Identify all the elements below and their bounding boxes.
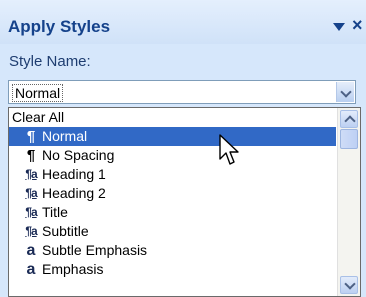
chevron-up-icon	[344, 115, 356, 127]
style-name-dropdown-button[interactable]	[336, 82, 354, 102]
list-item-heading-2[interactable]: ¶a Heading 2	[9, 184, 336, 203]
list-item-label: No Spacing	[42, 147, 115, 163]
linked-style-icon: ¶a	[25, 186, 37, 200]
list-item-label: Subtitle	[42, 223, 89, 239]
apply-styles-pane: Apply Styles × Style Name: Normal Clear …	[0, 0, 366, 297]
list-item-subtitle[interactable]: ¶a Subtitle	[9, 222, 336, 241]
style-name-input[interactable]: Normal	[12, 84, 64, 102]
pane-title: Apply Styles	[8, 17, 111, 36]
close-icon[interactable]: ×	[352, 15, 363, 35]
list-item-label: Emphasis	[42, 261, 104, 277]
list-item-title[interactable]: ¶a Title	[9, 203, 336, 222]
list-item-heading-1[interactable]: ¶a Heading 1	[9, 165, 336, 184]
vertical-scrollbar[interactable]	[337, 108, 360, 296]
list-item-emphasis[interactable]: a Emphasis	[9, 260, 336, 279]
character-style-icon: a	[26, 261, 36, 278]
style-list[interactable]: Clear All ¶ Normal ¶ No Spacing ¶a Headi…	[8, 107, 361, 297]
style-list-rows: Clear All ¶ Normal ¶ No Spacing ¶a Headi…	[9, 108, 336, 279]
linked-style-icon: ¶a	[25, 205, 37, 219]
list-item-label: Subtle Emphasis	[42, 242, 148, 258]
linked-style-icon: ¶a	[25, 167, 37, 181]
list-item-label: Title	[42, 204, 68, 220]
pane-titlebar: Apply Styles ×	[0, 0, 366, 44]
linked-style-icon: ¶a	[25, 224, 37, 238]
style-name-combobox[interactable]: Normal	[8, 80, 356, 104]
list-item-label: Normal	[42, 128, 88, 144]
character-style-icon: a	[26, 242, 36, 259]
paragraph-style-icon: ¶	[26, 147, 36, 164]
mouse-pointer-icon	[219, 134, 239, 165]
paragraph-style-icon: ¶	[26, 128, 36, 145]
list-item-label: Heading 1	[42, 166, 106, 182]
pane-menu-dropdown-icon[interactable]	[333, 23, 345, 31]
list-item-normal[interactable]: ¶ Normal	[9, 127, 336, 146]
chevron-down-icon	[340, 86, 352, 98]
list-item-subtle-emphasis[interactable]: a Subtle Emphasis	[9, 241, 336, 260]
scroll-thumb[interactable]	[340, 129, 358, 149]
chevron-down-icon	[344, 278, 356, 290]
list-item-clear-all[interactable]: Clear All	[9, 108, 336, 127]
list-item-label: Heading 2	[42, 185, 106, 201]
list-item-no-spacing[interactable]: ¶ No Spacing	[9, 146, 336, 165]
scroll-down-button[interactable]	[340, 276, 358, 294]
scroll-up-button[interactable]	[340, 110, 358, 128]
style-name-label: Style Name:	[9, 53, 91, 70]
list-item-label: Clear All	[12, 109, 65, 125]
